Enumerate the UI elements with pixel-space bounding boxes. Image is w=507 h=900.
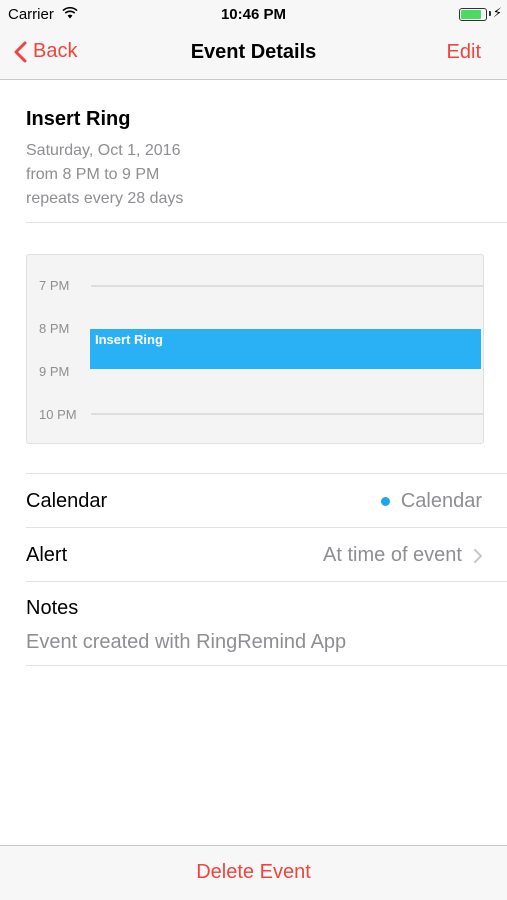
calendar-dot-icon <box>380 497 390 506</box>
calendar-row-label: Calendar <box>26 490 108 512</box>
event-time-range: from 8 PM to 9 PM <box>26 166 160 183</box>
divider <box>26 665 507 666</box>
alert-row[interactable]: At time of event <box>323 544 482 567</box>
divider <box>26 527 507 528</box>
calendar-row-value: Calendar <box>380 490 482 513</box>
notes-text: Event created with RingRemind App <box>26 631 347 653</box>
chevron-right-icon <box>474 548 482 563</box>
battery-level <box>461 10 481 19</box>
clock: 10:46 PM <box>220 6 287 23</box>
event-repeat: repeats every 28 days <box>26 190 184 207</box>
charging-bolt-icon: ⚡︎ <box>492 5 502 20</box>
event-date: Saturday, Oct 1, 2016 <box>26 142 181 159</box>
timeline-event-label: Insert Ring <box>95 332 163 347</box>
battery-tip <box>489 11 491 16</box>
event-title: Insert Ring <box>26 108 131 130</box>
page-title: Event Details <box>190 41 317 63</box>
hour-label: 10 PM <box>39 407 77 422</box>
hour-label: 9 PM <box>39 364 70 379</box>
divider <box>26 222 507 223</box>
divider <box>26 581 507 582</box>
calendar-name: Calendar <box>400 490 482 512</box>
hour-label: 7 PM <box>39 278 70 293</box>
alert-value: At time of event <box>323 544 462 566</box>
delete-event-button[interactable]: Delete Event <box>0 861 507 884</box>
navigation-bar: Back Event Details Edit <box>0 28 507 80</box>
battery-icon <box>459 8 487 21</box>
status-bar: Carrier 10:46 PM ⚡︎ <box>0 0 507 28</box>
timeline-event-block[interactable]: Insert Ring <box>90 329 481 369</box>
hour-label: 8 PM <box>39 321 70 336</box>
bottom-toolbar: Delete Event <box>0 845 507 900</box>
hour-line <box>91 413 483 415</box>
alert-row-label: Alert <box>26 544 68 566</box>
edit-button[interactable]: Edit <box>447 41 481 64</box>
divider <box>26 473 507 474</box>
hour-line <box>91 285 483 287</box>
event-timeline[interactable]: 7 PM 8 PM 9 PM 10 PM Insert Ring <box>26 254 484 444</box>
notes-label: Notes <box>26 597 79 619</box>
